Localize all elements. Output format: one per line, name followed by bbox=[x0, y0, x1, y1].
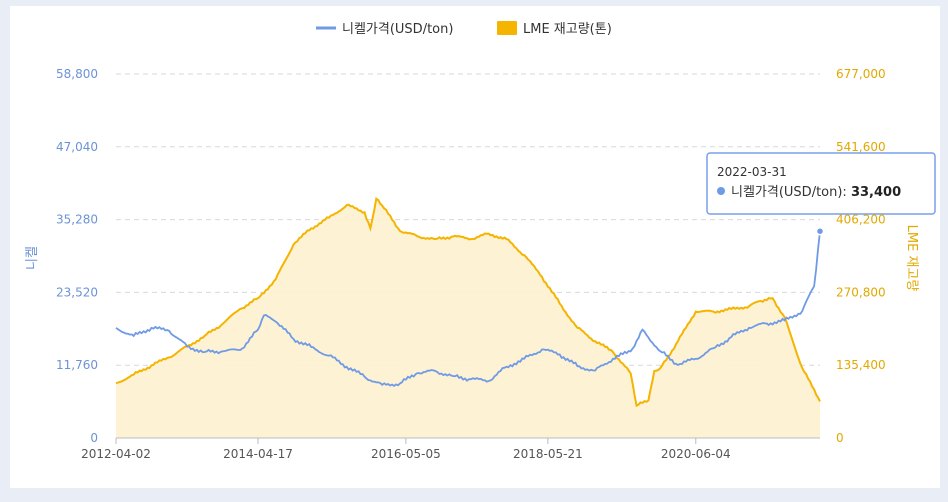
legend-lme-label: LME 재고량(톤) bbox=[523, 22, 612, 37]
y-left-tick-label: 35,280 bbox=[56, 213, 98, 227]
legend-item-lme[interactable]: LME 재고량(톤) bbox=[497, 21, 612, 37]
y-right-tick-label: 677,000 bbox=[836, 67, 886, 81]
y-right-tick-label: 135,400 bbox=[836, 358, 886, 372]
tooltip: 2022-03-31 니켈가격(USD/ton): 33,400 bbox=[706, 152, 936, 215]
y-left-tick-label: 58,800 bbox=[56, 67, 98, 81]
nickel-lme-chart: 0 011,760 135,40023,520 270,80035,280 406,20… bbox=[25, 21, 936, 461]
tooltip-line: 니켈가격(USD/ton): 33,400 bbox=[731, 185, 901, 200]
x-tick-label: 2012-04-02 bbox=[81, 447, 151, 461]
x-tick-label: 2014-04-17 bbox=[223, 447, 293, 461]
x-tick-label: 2018-05-21 bbox=[513, 447, 583, 461]
y-left-axis-title: 니켈 bbox=[25, 246, 40, 270]
y-right-tick-label: 0 bbox=[836, 431, 844, 445]
y-right-tick-label: 541,600 bbox=[836, 140, 886, 154]
y-left-tick-label: 47,040 bbox=[56, 140, 98, 154]
legend-nickel-label: 니켈가격(USD/ton) bbox=[342, 22, 453, 37]
tooltip-box bbox=[706, 152, 936, 215]
x-tick-label: 2020-06-04 bbox=[661, 447, 731, 461]
y-right-tick-label: 270,800 bbox=[836, 285, 886, 299]
tooltip-target-point[interactable] bbox=[815, 226, 825, 236]
lme-area-fill bbox=[116, 198, 820, 438]
x-tick-label: 2016-05-05 bbox=[371, 447, 441, 461]
legend: 니켈가격(USD/ton) LME 재고량(톤) bbox=[316, 21, 612, 37]
tooltip-series-dot-icon bbox=[717, 187, 725, 195]
chart-card: 0 0 11,760 135,400 23,520 270,800 35,280 406,20… bbox=[10, 6, 940, 488]
legend-lme-swatch-icon bbox=[497, 21, 517, 35]
y-left-tick-label: 0 bbox=[90, 431, 98, 445]
tooltip-series-label: 니켈가격(USD/ton): bbox=[731, 185, 851, 200]
tooltip-value: 33,400 bbox=[851, 185, 901, 200]
y-right-axis-title: LME 재고량 bbox=[904, 225, 919, 292]
legend-item-nickel[interactable]: 니켈가격(USD/ton) bbox=[316, 22, 453, 37]
y-left-tick-label: 11,760 bbox=[56, 358, 98, 372]
lme-area-layer bbox=[116, 198, 820, 438]
tooltip-date: 2022-03-31 bbox=[717, 165, 787, 179]
y-left-tick-label: 23,520 bbox=[56, 285, 98, 299]
